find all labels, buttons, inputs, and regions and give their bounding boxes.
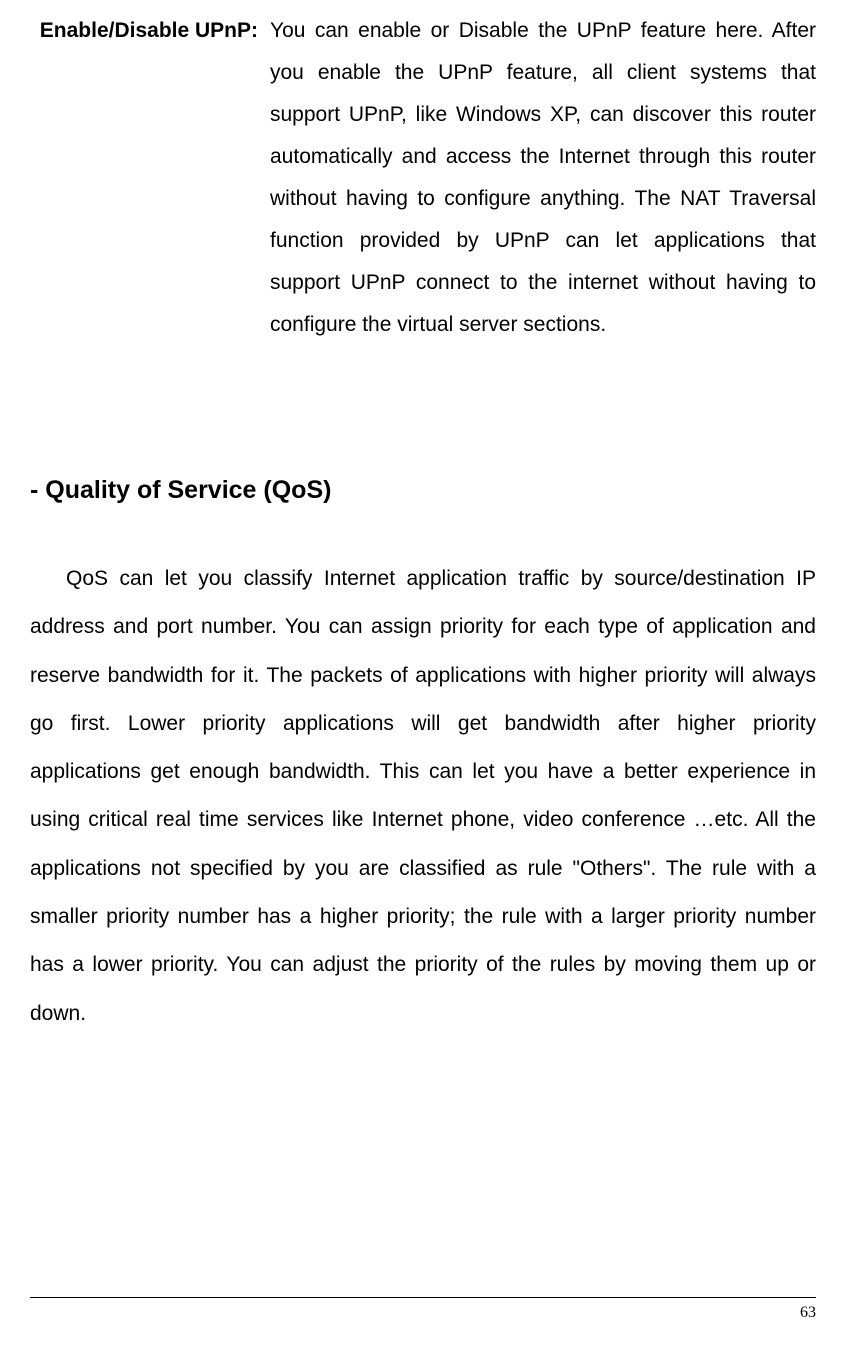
section-heading: - Quality of Service (QoS) <box>30 476 816 505</box>
footer-divider <box>30 1297 816 1298</box>
section-body: QoS can let you classify Internet applic… <box>30 555 816 1038</box>
parameter-row: Enable/Disable UPnP: You can enable or D… <box>30 10 816 346</box>
page-number: 63 <box>800 1304 816 1322</box>
parameter-label: Enable/Disable UPnP: <box>30 10 270 52</box>
parameter-description: You can enable or Disable the UPnP featu… <box>270 10 816 346</box>
